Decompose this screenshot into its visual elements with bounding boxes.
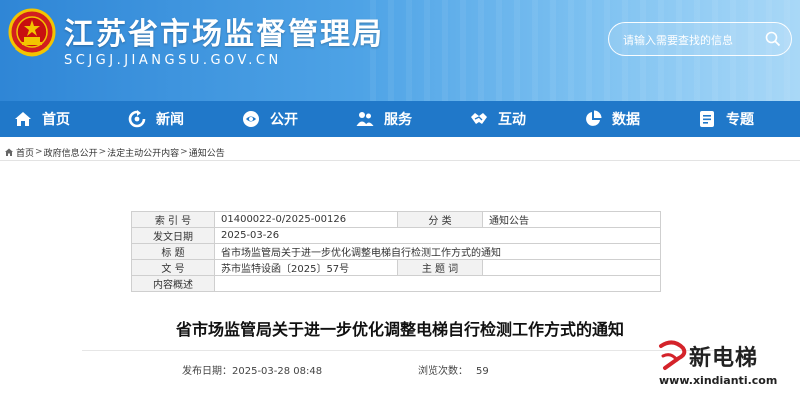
handshake-icon [471, 113, 487, 124]
site-domain: SCJGJ.JIANGSU.GOV.CN [64, 53, 282, 68]
publish-date: 发布日期：2025-03-28 08:48 [182, 362, 322, 377]
subject-label: 主 题 词 [397, 259, 483, 276]
breadcrumb-separator: > [35, 147, 43, 157]
table-row: 标 题 省市场监管局关于进一步优化调整电梯自行检测工作方式的通知 [131, 243, 661, 260]
category-label: 分 类 [397, 211, 483, 228]
publish-label: 发布日期： [182, 366, 232, 377]
nav-label: 互动 [498, 112, 526, 128]
breadcrumb-item-statutory[interactable]: 法定主动公开内容 [107, 146, 179, 159]
category-value: 通知公告 [482, 211, 661, 228]
publish-time: 2025-03-28 08:48 [232, 366, 323, 377]
watermark-url: www.xindianti.com [659, 374, 778, 387]
title-label: 标 题 [131, 243, 215, 260]
nav-label: 数据 [612, 112, 640, 128]
nav-item-interact[interactable]: 互动 [456, 101, 570, 137]
views-value: 59 [476, 366, 489, 377]
site-header: 江苏省市场监督管理局 SCJGJ.JIANGSU.GOV.CN 请输入需要查找的… [0, 0, 800, 101]
summary-value [214, 275, 661, 292]
title-value: 省市场监管局关于进一步优化调整电梯自行检测工作方式的通知 [214, 243, 661, 260]
topic-icon [700, 111, 714, 127]
breadcrumb-item-notices[interactable]: 通知公告 [189, 146, 225, 159]
nav-label: 专题 [726, 112, 754, 128]
nav-label: 服务 [384, 112, 412, 128]
search-icon[interactable] [765, 31, 781, 47]
docno-label: 文 号 [131, 259, 215, 276]
index-label: 索 引 号 [131, 211, 215, 228]
nav-item-news[interactable]: 新闻 [114, 101, 228, 137]
nav-item-data[interactable]: 数据 [570, 101, 684, 137]
index-value: 01400022-0/2025-00126 [214, 211, 398, 228]
table-row: 文 号 苏市监特设函〔2025〕57号 主 题 词 [131, 259, 661, 276]
breadcrumb-item-gov-info[interactable]: 政府信息公开 [44, 146, 98, 159]
watermark-logo: 新电梯 www.xindianti.com [655, 338, 800, 400]
nav-label: 首页 [42, 112, 70, 128]
nav-item-topic[interactable]: 专题 [684, 101, 798, 137]
pie-chart-icon [586, 110, 602, 126]
table-row: 索 引 号 01400022-0/2025-00126 分 类 通知公告 [131, 211, 661, 228]
nav-item-open[interactable]: 公开 [228, 101, 342, 137]
user-group-icon [356, 112, 374, 126]
breadcrumb: 首页 > 政府信息公开 > 法定主动公开内容 > 通知公告 [4, 146, 225, 159]
table-row: 内容概述 [131, 275, 661, 292]
subject-value [482, 259, 661, 276]
view-count: 浏览次数： 59 [418, 362, 489, 377]
breadcrumb-item-home[interactable]: 首页 [16, 146, 34, 159]
main-nav: 首页 新闻 公开 服务 互动 数据 专题 [0, 101, 800, 137]
search-input[interactable]: 请输入需要查找的信息 [608, 22, 792, 56]
home-icon [15, 112, 31, 126]
document-info-table: 索 引 号 01400022-0/2025-00126 分 类 通知公告 发文日… [131, 211, 661, 292]
table-row: 发文日期 2025-03-26 [131, 227, 661, 244]
date-value: 2025-03-26 [214, 227, 661, 244]
nav-item-home[interactable]: 首页 [0, 101, 114, 137]
national-emblem-icon[interactable] [8, 8, 56, 60]
date-label: 发文日期 [131, 227, 215, 244]
breadcrumb-divider [0, 160, 800, 161]
breadcrumb-separator: > [180, 147, 188, 157]
article-title: 省市场监管局关于进一步优化调整电梯自行检测工作方式的通知 [175, 320, 624, 339]
views-label: 浏览次数： [418, 366, 468, 377]
open-icon [243, 111, 259, 127]
title-divider [82, 350, 722, 351]
nav-item-service[interactable]: 服务 [342, 101, 456, 137]
search-placeholder: 请输入需要查找的信息 [623, 34, 733, 47]
summary-label: 内容概述 [131, 275, 215, 292]
watermark-name: 新电梯 [689, 346, 759, 371]
elevator-logo-icon [659, 340, 687, 370]
docno-value: 苏市监特设函〔2025〕57号 [214, 259, 398, 276]
nav-label: 公开 [270, 112, 298, 128]
breadcrumb-separator: > [98, 147, 107, 157]
site-title[interactable]: 江苏省市场监督管理局 [64, 9, 384, 53]
nav-label: 新闻 [156, 112, 184, 128]
home-icon [5, 148, 13, 156]
refresh-icon [128, 110, 146, 128]
